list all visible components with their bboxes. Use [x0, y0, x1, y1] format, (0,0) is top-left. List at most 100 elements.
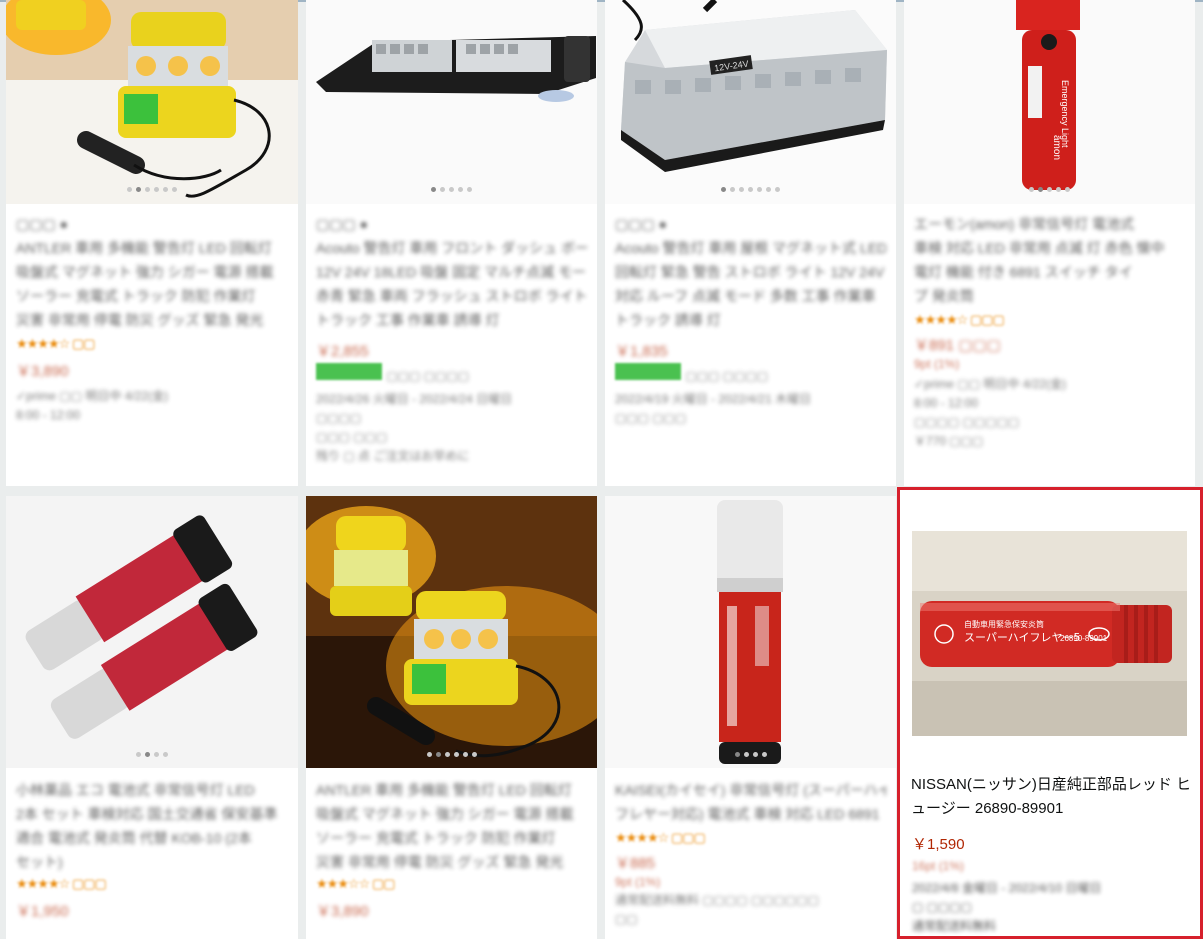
product-image[interactable]: [306, 0, 597, 204]
product-card-3[interactable]: 12V-24V ▢▢▢ ● Acouto 警告灯 車用 屋根 マグネット式 LED…: [605, 0, 896, 486]
image-sub-label: 自動車用緊急保安炎筒: [964, 619, 1044, 629]
carousel-dot-icon[interactable]: [761, 752, 767, 757]
carousel-dot-icon[interactable]: [458, 187, 463, 192]
carousel-dot-icon[interactable]: [462, 752, 468, 757]
carousel-dot-icon[interactable]: [453, 752, 459, 757]
image-part-number: 26890-89901: [1060, 634, 1108, 643]
product-title[interactable]: NISSAN(ニッサン)日産純正部品レッド ヒュージー 26890-89901: [911, 773, 1191, 821]
product-card-7[interactable]: KAISEI(カイセイ) 非常信号灯 (スーパーハイ フレヤー対応) 電池式 車検…: [605, 496, 896, 939]
led-dash-light-image: [306, 0, 597, 204]
nissan-flare-image: 自動車用緊急保安炎筒 スーパーハイフレヤー5 26890-89901: [912, 531, 1187, 736]
points-blurred: 9pt (1%): [615, 875, 661, 889]
carousel-dot-icon[interactable]: [163, 752, 168, 757]
product-image[interactable]: [6, 0, 298, 204]
warning-light-image: [6, 0, 298, 204]
price-blurred: ￥891 ▢▢▢: [914, 337, 1001, 354]
product-title-blurred[interactable]: エーモン(amon) 非常信号灯 電池式 車検 対応 LED 非常用 点滅 灯 赤…: [914, 212, 1185, 308]
product-image[interactable]: Emergency Light amon: [904, 0, 1195, 204]
carousel-dot-icon[interactable]: [136, 187, 141, 192]
carousel-dot-icon[interactable]: [766, 187, 771, 192]
product-card-2[interactable]: ▢▢▢ ● Acouto 警告灯 車用 フロント ダッシュ ボード 12V 24V …: [306, 0, 597, 486]
carousel-dot-icon[interactable]: [1065, 187, 1070, 192]
carousel-dot-icon[interactable]: [734, 752, 740, 757]
carousel-dot-icon[interactable]: [426, 752, 432, 757]
star-rating[interactable]: ★★★★☆ ▢▢▢: [914, 312, 1185, 328]
product-title-blurred[interactable]: ▢▢▢ ● ANTLER 車用 多機能 警告灯 LED 回転灯 吸盤式 マグネット …: [16, 212, 288, 332]
delivery-blurred: 2022/4/8 金曜日 - 2022/4/10 日曜日 ▢ ▢▢▢▢ 通常配送料無…: [912, 881, 1102, 933]
carousel-dot-icon[interactable]: [1038, 187, 1043, 192]
points-blurred: 9pt (1%): [914, 357, 960, 371]
product-card-5[interactable]: 小林薬品 エコ 電池式 非常信号灯 LED 2本 セット 車検対応 国土交通省 保…: [6, 496, 298, 939]
price-blurred: ￥3,890: [316, 903, 369, 920]
carousel-dot-icon[interactable]: [471, 752, 477, 757]
carousel-dot-icon[interactable]: [1029, 187, 1034, 192]
product-title-blurred[interactable]: 小林薬品 エコ 電池式 非常信号灯 LED 2本 セット 車検対応 国土交通省 保…: [16, 778, 288, 874]
carousel-dot-icon[interactable]: [127, 187, 132, 192]
product-image[interactable]: [306, 496, 597, 768]
price-blurred: ￥1,950: [16, 903, 69, 920]
product-card-selected[interactable]: 自動車用緊急保安炎筒 スーパーハイフレヤー5 26890-89901 NISSA…: [897, 487, 1203, 939]
delivery-blurred: 通常配送料無料 ▢▢▢▢ ▢▢▢▢▢▢ ▢▢: [615, 893, 820, 926]
price-blurred: ￥1,835: [615, 343, 668, 360]
carousel-dot-icon[interactable]: [743, 752, 749, 757]
delivery-blurred: ✓prime ▢▢ 明日中 4/22(金) 8:00 - 12:00: [16, 389, 169, 422]
carousel-dot-icon[interactable]: [752, 752, 758, 757]
product-image[interactable]: [605, 496, 896, 768]
carousel-dot-icon[interactable]: [775, 187, 780, 192]
carousel-dot-icon[interactable]: [444, 752, 450, 757]
price-blurred: ￥2,855: [316, 343, 369, 360]
carousel-dots[interactable]: [6, 187, 298, 192]
led-light-bar-image: 12V-24V: [605, 0, 896, 204]
carousel-dot-icon[interactable]: [721, 187, 726, 192]
star-rating[interactable]: ★★★★☆ ▢▢▢: [16, 876, 288, 892]
delivery-blurred: ✓prime ▢▢ 明日中 4/22(金) 8:00 - 12:00 ▢▢▢▢ ▢▢…: [914, 377, 1067, 448]
star-rating[interactable]: ★★★★☆ ▢▢: [16, 336, 288, 352]
carousel-dot-icon[interactable]: [1056, 187, 1061, 192]
product-card-6[interactable]: ANTLER 車用 多機能 警告灯 LED 回転灯 吸盤式 マグネット 強力 シガ…: [306, 496, 597, 939]
product-title-blurred[interactable]: ▢▢▢ ● Acouto 警告灯 車用 屋根 マグネット式 LED 回転灯 緊急 警…: [615, 212, 886, 332]
delivery-blurred: 2022/4/26 火曜日 - 2022/4/24 日曜日 ▢▢▢▢ ▢▢▢ ▢▢▢…: [316, 392, 513, 463]
emergency-flashlight-image: Emergency Light amon: [904, 0, 1195, 204]
carousel-dot-icon[interactable]: [145, 187, 150, 192]
carousel-dot-icon[interactable]: [136, 752, 141, 757]
carousel-dots[interactable]: [306, 752, 597, 757]
product-price: ￥1,590: [912, 836, 965, 853]
carousel-dot-icon[interactable]: [145, 752, 150, 757]
carousel-dot-icon[interactable]: [449, 187, 454, 192]
carousel-dot-icon[interactable]: [1047, 187, 1052, 192]
product-image[interactable]: 12V-24V: [605, 0, 896, 204]
carousel-dot-icon[interactable]: [440, 187, 445, 192]
product-title-blurred[interactable]: ANTLER 車用 多機能 警告灯 LED 回転灯 吸盤式 マグネット 強力 シガ…: [316, 778, 587, 874]
product-card-4[interactable]: Emergency Light amon エーモン(amon) 非常信号灯 電池…: [904, 0, 1195, 486]
star-rating[interactable]: ★★★☆☆ ▢▢: [316, 876, 587, 892]
carousel-dots[interactable]: [904, 187, 1195, 192]
carousel-dot-icon[interactable]: [154, 187, 159, 192]
carousel-dot-icon[interactable]: [435, 752, 441, 757]
coupon-badge: ▢▢▢ ▢▢▢▢: [316, 363, 587, 386]
flare-single-image: [605, 496, 896, 768]
carousel-dots[interactable]: [605, 752, 896, 757]
points-blurred: 16pt (1%): [912, 859, 965, 873]
carousel-dot-icon[interactable]: [467, 187, 472, 192]
product-image[interactable]: [6, 496, 298, 768]
carousel-dot-icon[interactable]: [739, 187, 744, 192]
carousel-dot-icon[interactable]: [154, 752, 159, 757]
product-title-blurred[interactable]: ▢▢▢ ● Acouto 警告灯 車用 フロント ダッシュ ボード 12V 24V …: [316, 212, 587, 332]
price-blurred: ￥885: [615, 855, 656, 872]
carousel-dot-icon[interactable]: [163, 187, 168, 192]
delivery-blurred: 2022/4/19 火曜日 - 2022/4/21 木曜日 ▢▢▢ ▢▢▢: [615, 392, 812, 425]
carousel-dot-icon[interactable]: [757, 187, 762, 192]
carousel-dot-icon[interactable]: [431, 187, 436, 192]
price-blurred: ￥3,890: [16, 363, 69, 380]
carousel-dots[interactable]: [306, 187, 597, 192]
flare-pair-image: [6, 496, 298, 768]
product-card-1[interactable]: ▢▢▢ ● ANTLER 車用 多機能 警告灯 LED 回転灯 吸盤式 マグネット …: [6, 0, 298, 486]
product-title-blurred[interactable]: KAISEI(カイセイ) 非常信号灯 (スーパーハイ フレヤー対応) 電池式 車検…: [615, 778, 886, 826]
star-rating[interactable]: ★★★★☆ ▢▢▢: [615, 830, 886, 846]
carousel-dot-icon[interactable]: [172, 187, 177, 192]
carousel-dots[interactable]: [6, 752, 298, 757]
carousel-dot-icon[interactable]: [730, 187, 735, 192]
carousel-dots[interactable]: [605, 187, 896, 192]
product-image[interactable]: 自動車用緊急保安炎筒 スーパーハイフレヤー5 26890-89901: [912, 531, 1187, 736]
carousel-dot-icon[interactable]: [748, 187, 753, 192]
